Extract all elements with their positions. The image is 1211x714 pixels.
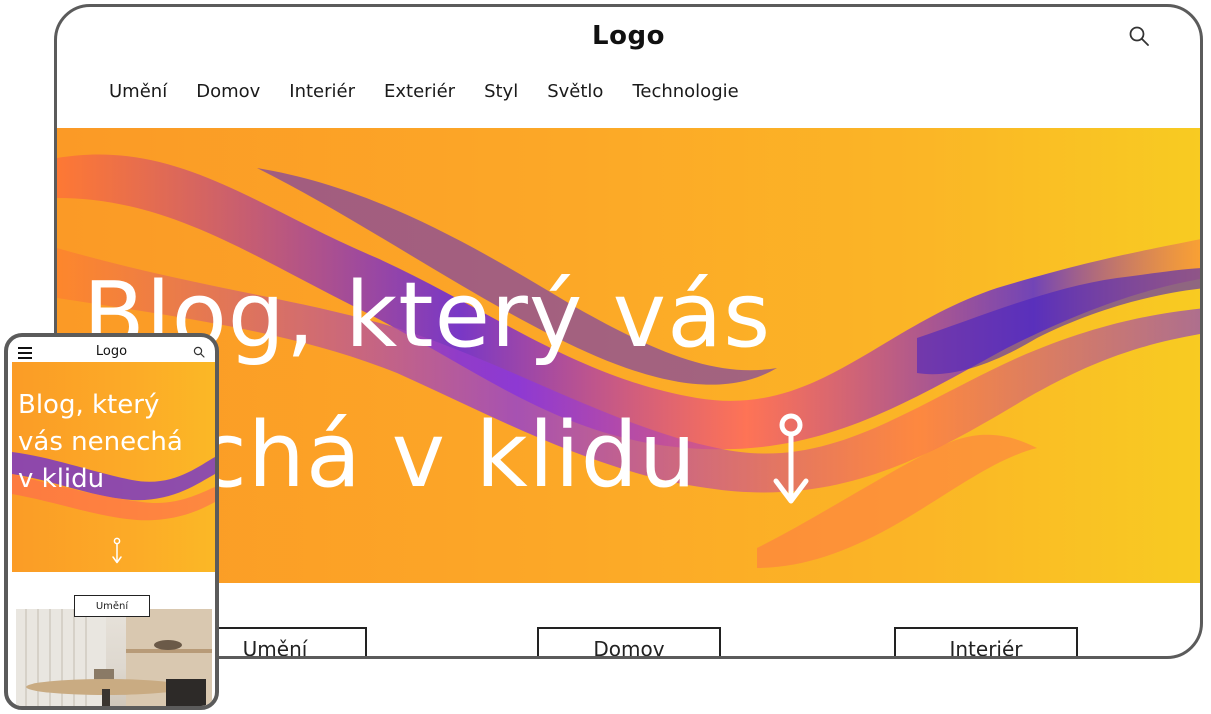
nav-item-interier[interactable]: Interiér <box>289 81 355 102</box>
mobile-hero-banner: Blog, který vás nenechá v klidu <box>12 362 215 572</box>
mobile-hero-title-line-3: v klidu <box>18 464 105 494</box>
category-button-domov[interactable]: Domov <box>537 627 721 656</box>
nav-item-svetlo[interactable]: Světlo <box>547 81 603 102</box>
interior-photo-graphic <box>16 609 212 706</box>
mobile-category-button-umeni[interactable]: Umění <box>74 595 150 617</box>
search-icon[interactable] <box>1128 25 1150 47</box>
category-button-interier[interactable]: Interiér <box>894 627 1078 656</box>
scroll-down-arrow-icon[interactable] <box>110 537 124 565</box>
mobile-site-logo[interactable]: Logo <box>8 344 215 359</box>
hero-banner: Blog, který vás nechá v klidu <box>57 128 1200 583</box>
nav-item-exterier[interactable]: Exteriér <box>384 81 455 102</box>
desktop-device-frame: Logo Umění Domov Interiér Exteriér Styl … <box>54 4 1203 659</box>
scroll-down-arrow-icon[interactable] <box>766 411 816 511</box>
main-navigation: Umění Domov Interiér Exteriér Styl Světl… <box>109 81 739 102</box>
mobile-device-frame: Logo Blog, který vás nenechá v klidu Umě… <box>4 333 219 710</box>
site-logo[interactable]: Logo <box>57 21 1200 51</box>
search-icon[interactable] <box>193 346 205 358</box>
interior-photo <box>16 609 212 706</box>
mobile-hero-title-line-1: Blog, který <box>18 390 160 420</box>
category-buttons: Umění Domov Interiér <box>57 627 1200 656</box>
mobile-hero-title: Blog, který vás nenechá v klidu <box>18 387 215 498</box>
nav-item-umeni[interactable]: Umění <box>109 81 167 102</box>
mobile-hero-title-line-2: vás nenechá <box>18 427 183 457</box>
nav-item-domov[interactable]: Domov <box>196 81 260 102</box>
nav-item-technologie[interactable]: Technologie <box>632 81 738 102</box>
nav-item-styl[interactable]: Styl <box>484 81 518 102</box>
